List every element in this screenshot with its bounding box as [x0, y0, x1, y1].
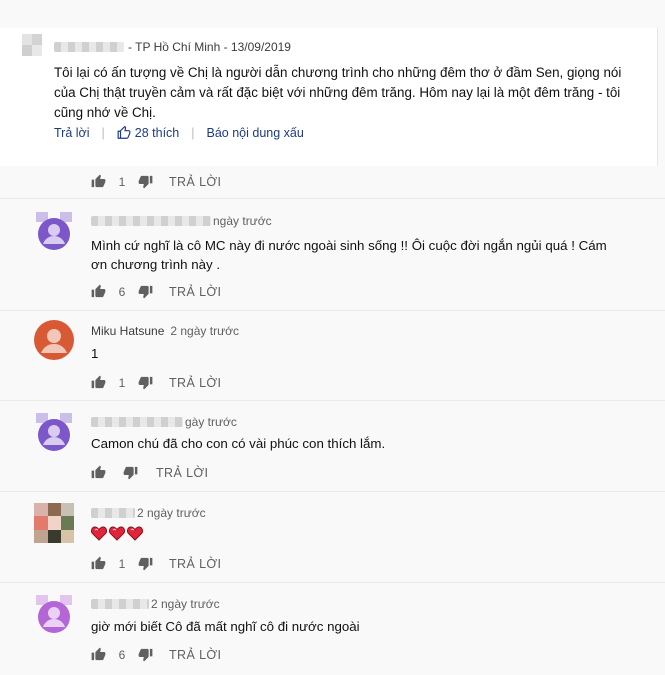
comment-text: 1	[91, 346, 99, 361]
thumb-down-icon[interactable]	[138, 375, 153, 390]
thumb-down-icon[interactable]	[138, 174, 153, 189]
comment-actions: Trả lời | 28 thích | Báo nội dung xấu	[54, 126, 304, 140]
thumb-down-icon[interactable]	[138, 284, 153, 299]
thumb-up-icon[interactable]	[91, 284, 106, 299]
comment-action-bar: 6 TRẢ LỜI	[91, 284, 221, 299]
comment-action-bar: 1 TRẢ LỜI	[91, 556, 221, 571]
like-count: 6	[118, 647, 126, 662]
location-date: - TP Hồ Chí Minh - 13/09/2019	[128, 40, 291, 54]
comment-time: 2 ngày trước	[170, 324, 239, 338]
comment-header: Miku Hatsune 2 ngày trước	[91, 324, 239, 338]
blurred-username	[91, 599, 149, 609]
like-count: 28 thích	[134, 126, 180, 140]
comment-header: gày trước	[91, 415, 237, 429]
blurred-username	[91, 508, 135, 518]
comment-time: 2 ngày trước	[151, 597, 220, 611]
comment-text	[91, 526, 143, 541]
featured-comment: - TP Hồ Chí Minh - 13/09/2019 Tôi lại có…	[0, 28, 658, 166]
thumb-up-icon[interactable]	[91, 647, 106, 662]
thumb-up-outline-icon	[117, 126, 131, 139]
avatar	[22, 34, 42, 56]
comment-text: Mình cứ nghĩ là cô MC này đi nước ngoài …	[91, 238, 607, 272]
thumb-down-icon[interactable]	[123, 465, 138, 480]
heart-icon	[91, 526, 107, 541]
avatar	[34, 210, 74, 250]
comment-action-bar: TRẢ LỜI	[91, 465, 208, 480]
reply-button[interactable]: TRẢ LỜI	[169, 648, 221, 662]
comment-time: 2 ngày trước	[137, 506, 206, 520]
reply-button[interactable]: TRẢ LỜI	[156, 466, 208, 480]
reply-link[interactable]: Trả lời	[54, 126, 90, 140]
avatar	[34, 411, 74, 451]
comment-time: ngày trước	[213, 214, 272, 228]
comment-text: Camon chú đã cho con có vài phúc con thí…	[91, 436, 386, 451]
blurred-username	[91, 216, 211, 226]
comment-action-bar: 6 TRẢ LỜI	[91, 647, 221, 662]
comment-header: 2 ngày trước	[91, 597, 220, 611]
avatar	[34, 503, 74, 543]
comment-text: giờ mới biết Cô đã mất nghĩ cô đi nước n…	[91, 619, 360, 634]
thumb-down-icon[interactable]	[138, 647, 153, 662]
comment-time: gày trước	[185, 415, 237, 429]
thumb-up-icon[interactable]	[91, 375, 106, 390]
comment-action-bar: 1 TRẢ LỜI	[91, 174, 221, 189]
separator: |	[191, 126, 195, 140]
divider	[0, 491, 665, 492]
like-button[interactable]: 28 thích	[117, 126, 179, 140]
username[interactable]: Miku Hatsune	[91, 324, 164, 338]
reply-button[interactable]: TRẢ LỜI	[169, 285, 221, 299]
separator: |	[101, 126, 105, 140]
report-link[interactable]: Báo nội dung xấu	[207, 126, 304, 140]
thumb-down-icon[interactable]	[138, 556, 153, 571]
blurred-username	[54, 42, 124, 52]
reply-button[interactable]: TRẢ LỜI	[169, 175, 221, 189]
divider	[0, 310, 665, 311]
comment-header: 2 ngày trước	[91, 506, 206, 520]
comment-action-bar: 1 TRẢ LỜI	[91, 375, 221, 390]
divider	[0, 198, 665, 199]
thumb-up-icon[interactable]	[91, 465, 106, 480]
reply-button[interactable]: TRẢ LỜI	[169, 376, 221, 390]
comment-header: ngày trước	[91, 214, 272, 228]
divider	[0, 400, 665, 401]
divider	[0, 582, 665, 583]
heart-icon	[127, 526, 143, 541]
thumb-up-icon[interactable]	[91, 556, 106, 571]
like-count: 1	[118, 375, 126, 390]
like-count: 1	[118, 556, 126, 571]
avatar	[34, 320, 74, 360]
like-count: 1	[118, 174, 126, 189]
avatar	[34, 593, 74, 633]
blurred-username	[91, 417, 183, 427]
like-count: 6	[118, 284, 126, 299]
thumb-up-icon[interactable]	[91, 174, 106, 189]
comment-header: - TP Hồ Chí Minh - 13/09/2019	[54, 40, 291, 54]
heart-icon	[109, 526, 125, 541]
reply-button[interactable]: TRẢ LỜI	[169, 557, 221, 571]
comment-text: Tôi lại có ấn tượng về Chị là người dẫn …	[54, 65, 622, 120]
